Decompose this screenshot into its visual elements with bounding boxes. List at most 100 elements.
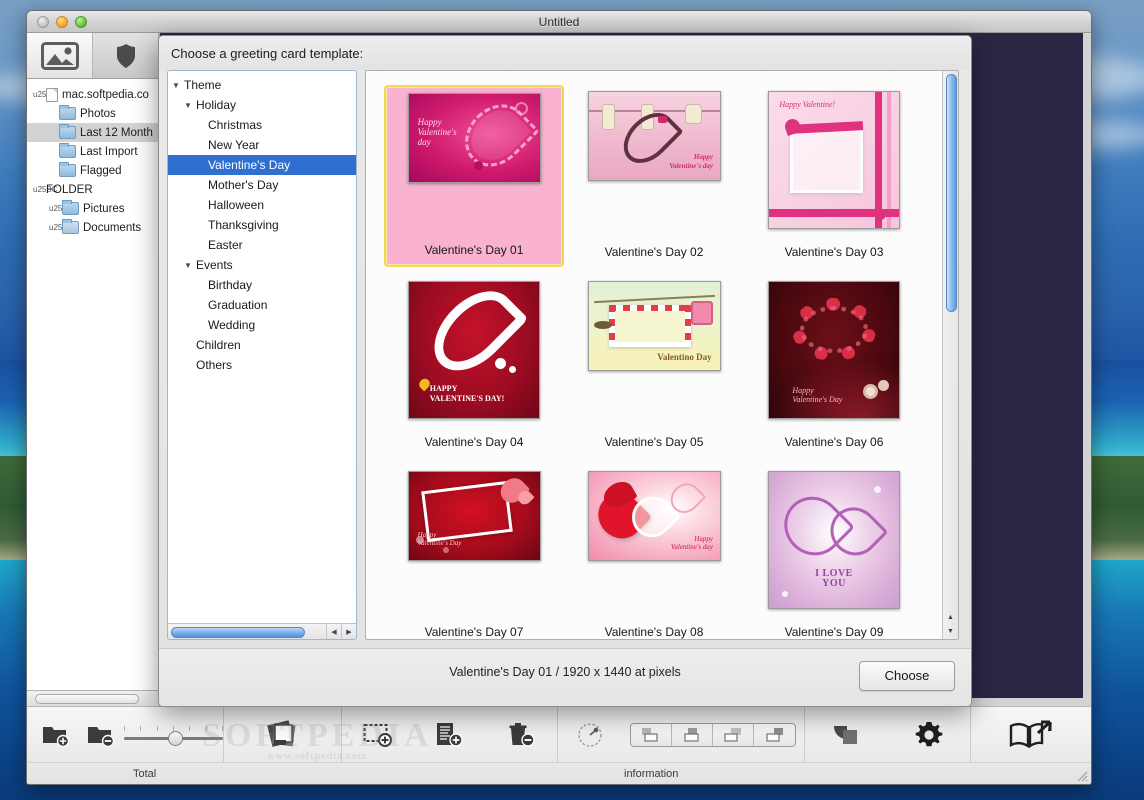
category-item-christmas[interactable]: Christmas <box>168 115 356 135</box>
window-titlebar[interactable]: Untitled <box>27 11 1091 33</box>
template-thumbnail[interactable]: Happy Valentine's day <box>407 93 541 183</box>
category-item-thanksgiving[interactable]: Thanksgiving <box>168 215 356 235</box>
sidebar-item-flagged[interactable]: Flagged <box>27 161 159 180</box>
category-item-graduation[interactable]: Graduation <box>168 295 356 315</box>
twisty-down-icon[interactable] <box>33 185 46 194</box>
add-frame-button[interactable] <box>354 711 402 759</box>
layout-segment-3[interactable] <box>713 723 754 746</box>
template-thumbnail[interactable]: Happy Valentine's day <box>587 91 721 181</box>
minimize-button[interactable] <box>56 16 68 28</box>
twisty-right-icon[interactable] <box>49 204 62 213</box>
resize-grip[interactable] <box>1074 768 1088 782</box>
slider-knob[interactable] <box>168 730 184 746</box>
template-thumbnail[interactable]: Happy Valentine's Day <box>768 281 900 419</box>
template-cell[interactable]: HAPPY VALENTINE'S DAY! Valentine's Day 04 <box>384 275 564 457</box>
new-project-button[interactable] <box>259 711 307 759</box>
rotate-dial[interactable] <box>566 711 614 759</box>
template-status-text: Valentine's Day 01 / 1920 x 1440 at pixe… <box>449 665 681 679</box>
disclosure-down-icon[interactable]: ▼ <box>184 101 196 110</box>
category-item-mother-s-day[interactable]: Mother's Day <box>168 175 356 195</box>
template-cell[interactable]: Valentino Day Valentine's Day 05 <box>564 275 744 457</box>
template-thumbnail[interactable]: I LOVE YOU <box>768 471 900 609</box>
scrollbar-track[interactable] <box>168 624 326 640</box>
template-cell[interactable]: Happy Valentine's day Valentine's Day 02 <box>564 85 744 267</box>
template-cell[interactable]: Happy Valentine's Day Valentine's Day 07 <box>384 465 564 639</box>
layout-segmented-control[interactable] <box>630 722 796 747</box>
disclosure-down-icon[interactable]: ▼ <box>172 81 184 90</box>
bottom-toolbar: Total information SOFTPEDIA www.softpedi… <box>27 706 1091 784</box>
scroll-up-arrow[interactable]: ▲ <box>943 611 958 625</box>
category-item-valentine-s-day[interactable]: Valentine's Day <box>168 155 356 175</box>
close-button[interactable] <box>37 16 49 28</box>
template-cell[interactable]: Happy Valentine's Day Valentine's Day 06 <box>744 275 924 457</box>
scroll-down-arrow[interactable]: ▼ <box>943 625 958 639</box>
category-item-others[interactable]: Others <box>168 355 356 375</box>
twisty-right-icon[interactable] <box>49 223 62 232</box>
category-item-halloween[interactable]: Halloween <box>168 195 356 215</box>
template-thumbnail[interactable]: HAPPY VALENTINE'S DAY! <box>408 281 540 419</box>
category-item-new-year[interactable]: New Year <box>168 135 356 155</box>
zoom-button[interactable] <box>75 16 87 28</box>
category-item-label: Valentine's Day <box>208 158 291 172</box>
template-cell[interactable]: I LOVE YOU Valentine's Day 09 <box>744 465 924 639</box>
add-page-button[interactable] <box>425 711 473 759</box>
template-label: Valentine's Day 04 <box>424 435 524 449</box>
sidebar-tab-bar <box>27 33 159 79</box>
scrollbar-thumb[interactable] <box>946 74 957 312</box>
template-label: Valentine's Day 05 <box>604 435 704 449</box>
template-thumbnail[interactable]: Happy Valentine's day <box>587 471 721 561</box>
add-folder-button[interactable] <box>33 711 79 759</box>
folder-icon <box>59 143 76 158</box>
tree-horizontal-scrollbar[interactable]: ◀ ▶ <box>168 623 356 639</box>
template-label: Valentine's Day 01 <box>424 243 524 257</box>
dialog-footer: Valentine's Day 01 / 1920 x 1440 at pixe… <box>159 648 971 706</box>
zoom-slider[interactable] <box>124 722 223 748</box>
grid-vertical-scrollbar[interactable]: ▲ ▼ <box>942 71 958 639</box>
disclosure-down-icon[interactable]: ▼ <box>184 261 196 270</box>
scrollbar-thumb[interactable] <box>35 694 139 704</box>
delete-button[interactable] <box>497 711 545 759</box>
template-category-tree[interactable]: ▼ Theme ▼ Holiday Christmas New Year Valentine… <box>168 71 356 375</box>
twisty-down-icon[interactable] <box>33 90 46 99</box>
template-cell[interactable]: Happy Valentine's day Valentine's Day 08 <box>564 465 744 639</box>
slider-ticks <box>124 725 223 731</box>
sidebar-item-folder[interactable]: FOLDER <box>27 180 159 199</box>
scroll-right-arrow[interactable]: ▶ <box>341 623 356 639</box>
settings-button[interactable] <box>905 711 953 759</box>
category-item-children[interactable]: Children <box>168 335 356 355</box>
category-item-label: Graduation <box>208 298 268 312</box>
template-thumbnail[interactable]: Valentino Day <box>587 281 721 371</box>
scroll-left-arrow[interactable]: ◀ <box>326 623 341 639</box>
arrange-button[interactable] <box>822 711 870 759</box>
layout-segment-4[interactable] <box>754 724 795 746</box>
sidebar-item-last-import[interactable]: Last Import <box>27 142 159 161</box>
category-item-birthday[interactable]: Birthday <box>168 275 356 295</box>
template-thumbnail[interactable]: Happy Valentine! <box>768 91 900 229</box>
template-thumbnail[interactable]: Happy Valentine's Day <box>407 471 541 561</box>
category-item-easter[interactable]: Easter <box>168 235 356 255</box>
sidebar-tree[interactable]: mac.softpedia.co Photos Last 12 Month Last … <box>27 79 159 237</box>
choose-button[interactable]: Choose <box>859 661 955 691</box>
sidebar-item-pictures[interactable]: Pictures <box>27 199 159 218</box>
category-item-wedding[interactable]: Wedding <box>168 315 356 335</box>
layout-segment-1[interactable] <box>631 723 672 746</box>
window-title: Untitled <box>538 15 580 29</box>
sidebar-item-documents[interactable]: Documents <box>27 218 159 237</box>
sidebar-horizontal-scrollbar[interactable] <box>27 690 159 706</box>
layout-segment-2[interactable] <box>672 723 713 746</box>
sidebar-item-photos[interactable]: Photos <box>27 104 159 123</box>
sidebar-item-last-12-month[interactable]: Last 12 Month <box>27 123 159 142</box>
share-book-button[interactable] <box>1007 711 1055 759</box>
sidebar-item-photos-tab[interactable] <box>27 33 93 78</box>
toolbar-group-layout <box>558 707 804 762</box>
sidebar-item-mac-softpedia-co[interactable]: mac.softpedia.co <box>27 85 159 104</box>
template-cell[interactable]: Happy Valentine's day Valentine's Day 01 <box>384 85 564 267</box>
scrollbar-thumb[interactable] <box>171 626 305 638</box>
scroll-arrows[interactable]: ▲ ▼ <box>943 611 958 639</box>
category-item-events[interactable]: ▼ Events <box>168 255 356 275</box>
category-item-theme[interactable]: ▼ Theme <box>168 75 356 95</box>
category-item-holiday[interactable]: ▼ Holiday <box>168 95 356 115</box>
remove-folder-button[interactable] <box>79 711 125 759</box>
template-cell[interactable]: Happy Valentine! Valentine's Day 03 <box>744 85 924 267</box>
sidebar-item-shapes-tab[interactable] <box>93 33 159 78</box>
